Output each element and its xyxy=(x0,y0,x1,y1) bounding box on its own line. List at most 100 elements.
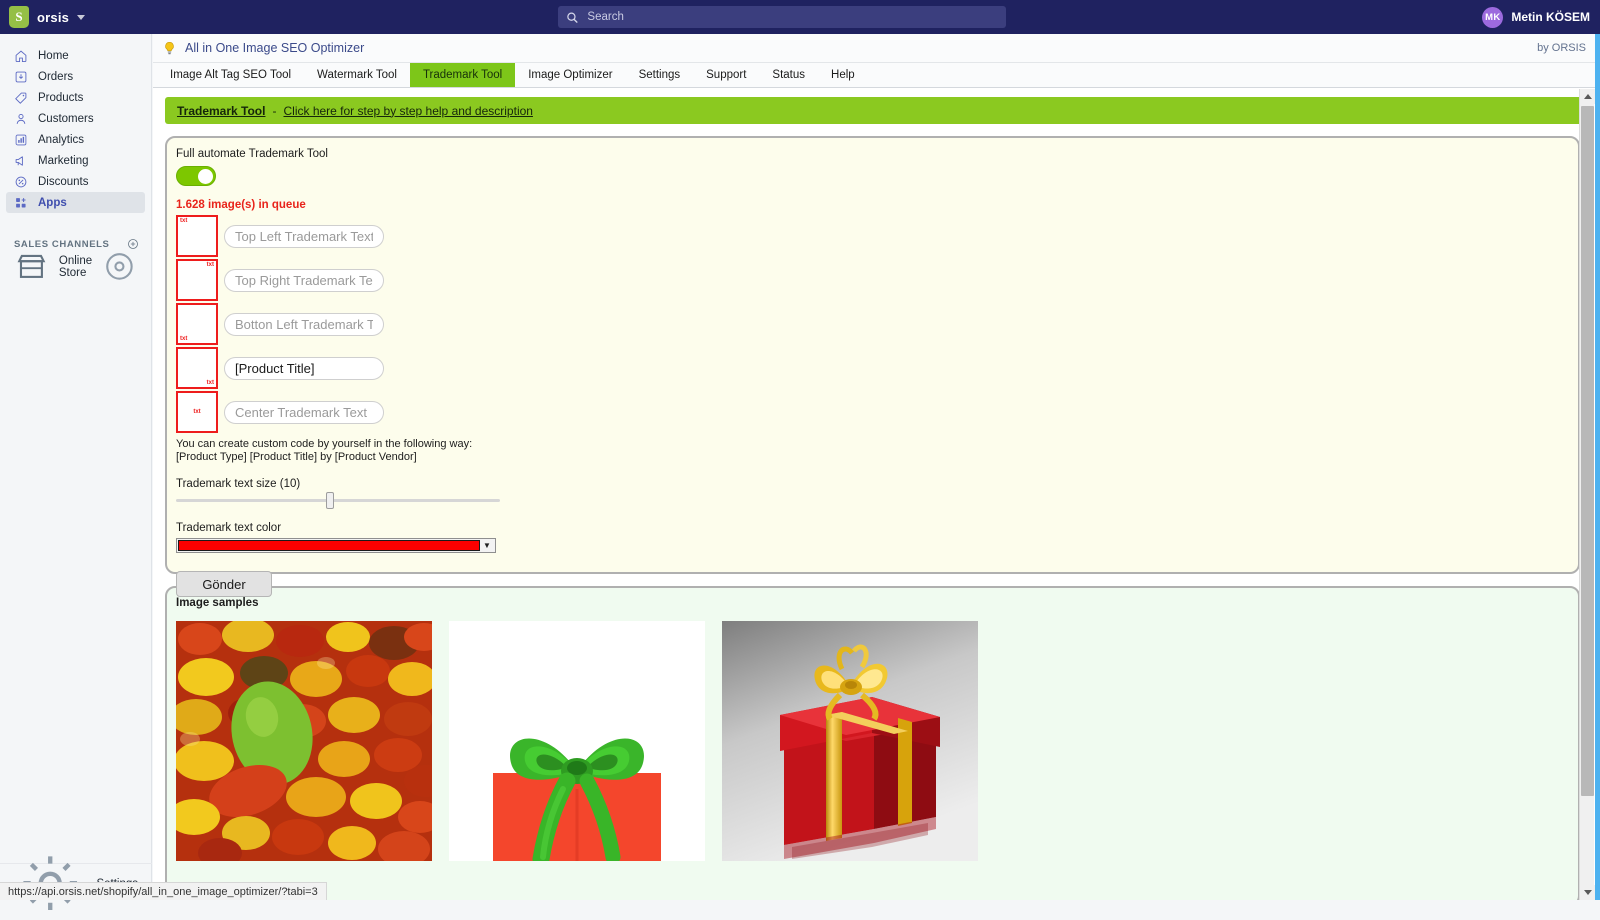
center-trademark-input[interactable] xyxy=(224,401,384,424)
position-marker-label: txt xyxy=(207,262,214,268)
full-automate-toggle[interactable] xyxy=(176,166,216,186)
tab-support[interactable]: Support xyxy=(693,63,759,87)
content-scrollbar[interactable] xyxy=(1579,89,1594,900)
chevron-down-icon[interactable] xyxy=(77,15,85,20)
banner-separator: - xyxy=(268,104,280,118)
eye-icon[interactable] xyxy=(102,249,137,284)
top-right-trademark-input[interactable] xyxy=(224,269,384,292)
avatar: MK xyxy=(1482,7,1503,28)
tab-help[interactable]: Help xyxy=(818,63,868,87)
text-size-slider[interactable] xyxy=(176,499,500,502)
sidebar-item-label: Apps xyxy=(38,197,67,209)
scroll-down-button[interactable] xyxy=(1580,885,1595,900)
analytics-bars-icon xyxy=(14,133,28,147)
status-bar-url: https://api.orsis.net/shopify/all_in_one… xyxy=(0,882,327,900)
vendor-credit: by ORSIS xyxy=(1537,42,1586,54)
sidebar-item-discounts[interactable]: Discounts xyxy=(6,171,145,192)
position-preview-bottom-left[interactable]: txt xyxy=(176,303,218,345)
position-preview-bottom-right[interactable]: txt xyxy=(176,347,218,389)
text-size-label: Trademark text size (10) xyxy=(176,478,1578,490)
slider-thumb[interactable] xyxy=(326,492,334,509)
sales-channels-title: SALES CHANNELS xyxy=(14,239,110,250)
top-left-trademark-input[interactable] xyxy=(224,225,384,248)
position-preview-top-left[interactable]: txt xyxy=(176,215,218,257)
top-bar: orsis MK Metin KÖSEM xyxy=(0,0,1600,34)
image-samples-row xyxy=(176,621,1578,861)
trademark-position-row-center: txt xyxy=(176,393,1578,431)
shop-name: orsis xyxy=(37,10,69,25)
customers-person-icon xyxy=(14,112,28,126)
gift-box-green-bow-illustration xyxy=(449,621,705,861)
search-input[interactable] xyxy=(585,7,998,27)
app-header: All in One Image SEO Optimizer by ORSIS xyxy=(153,34,1600,63)
chevron-down-icon[interactable]: ▼ xyxy=(480,540,494,551)
lightbulb-icon xyxy=(163,41,176,56)
banner-title-link[interactable]: Trademark Tool xyxy=(177,104,265,118)
tab-image-alt-tag-seo-tool[interactable]: Image Alt Tag SEO Tool xyxy=(157,63,304,87)
shopify-logo-icon xyxy=(9,6,29,28)
banner-help-link[interactable]: Click here for step by step help and des… xyxy=(283,104,532,118)
custom-code-hint-line2: [Product Type] [Product Title] by [Produ… xyxy=(176,451,1578,464)
trademark-banner: Trademark Tool - Click here for step by … xyxy=(165,97,1588,124)
sidebar-item-customers[interactable]: Customers xyxy=(6,108,145,129)
trademark-position-row-bottom-right: txt xyxy=(176,349,1578,387)
products-tag-icon xyxy=(14,91,28,105)
trademark-form-card: Full automate Trademark Tool 1.628 image… xyxy=(165,136,1580,574)
search-icon xyxy=(566,11,578,24)
scroll-up-button[interactable] xyxy=(1580,89,1595,104)
tab-watermark-tool[interactable]: Watermark Tool xyxy=(304,63,410,87)
apps-grid-icon xyxy=(14,196,28,210)
bottom-left-trademark-input[interactable] xyxy=(224,313,384,336)
global-search[interactable] xyxy=(558,6,1006,28)
automate-label: Full automate Trademark Tool xyxy=(176,148,1578,160)
tomatoes-illustration xyxy=(176,621,432,861)
app-tabs: Image Alt Tag SEO Tool Watermark Tool Tr… xyxy=(153,63,1600,88)
position-marker-label: txt xyxy=(180,336,187,342)
browser-edge-accent xyxy=(1595,34,1600,900)
sidebar-item-label: Marketing xyxy=(38,155,89,167)
trademark-position-row-bottom-left: txt xyxy=(176,305,1578,343)
position-preview-center[interactable]: txt xyxy=(176,391,218,433)
sidebar-item-label: Products xyxy=(38,92,83,104)
sidebar-item-products[interactable]: Products xyxy=(6,87,145,108)
marketing-megaphone-icon xyxy=(14,154,28,168)
discounts-percent-icon xyxy=(14,175,28,189)
position-marker-label: txt xyxy=(207,380,214,386)
tab-settings[interactable]: Settings xyxy=(626,63,694,87)
sidebar-item-apps[interactable]: Apps xyxy=(6,192,145,213)
content-area: Trademark Tool - Click here for step by … xyxy=(153,89,1600,900)
tab-status[interactable]: Status xyxy=(759,63,818,87)
sidebar-item-label: Home xyxy=(38,50,69,62)
app-title-wrap: All in One Image SEO Optimizer xyxy=(163,41,364,56)
sidebar-item-label: Online Store xyxy=(59,255,92,279)
sample-image-gift-green-bow xyxy=(449,621,705,861)
image-samples-title: Image samples xyxy=(176,597,1578,609)
tab-trademark-tool[interactable]: Trademark Tool xyxy=(410,63,515,87)
user-menu[interactable]: MK Metin KÖSEM xyxy=(1482,0,1590,34)
sidebar-item-home[interactable]: Home xyxy=(6,45,145,66)
text-color-select[interactable]: ▼ xyxy=(176,538,496,553)
sidebar-item-orders[interactable]: Orders xyxy=(6,66,145,87)
scrollbar-thumb[interactable] xyxy=(1581,106,1594,796)
app-frame: All in One Image SEO Optimizer by ORSIS … xyxy=(153,34,1600,900)
sidebar-item-label: Discounts xyxy=(38,176,89,188)
store-icon xyxy=(14,249,49,284)
sidebar-item-analytics[interactable]: Analytics xyxy=(6,129,145,150)
custom-code-hint-line1: You can create custom code by yourself i… xyxy=(176,438,1578,451)
trademark-position-row-top-left: txt xyxy=(176,217,1578,255)
tab-image-optimizer[interactable]: Image Optimizer xyxy=(515,63,625,87)
sidebar: Home Orders Products Customers Analytics xyxy=(0,34,152,900)
gift-box-gold-ribbon-illustration xyxy=(722,621,978,861)
home-icon xyxy=(14,49,28,63)
sidebar-item-label: Orders xyxy=(38,71,73,83)
image-samples-card: Image samples xyxy=(165,586,1580,900)
sidebar-item-online-store[interactable]: Online Store xyxy=(6,256,145,277)
shop-switcher[interactable]: orsis xyxy=(9,6,85,28)
bottom-right-trademark-input[interactable] xyxy=(224,357,384,380)
submit-button[interactable]: Gönder xyxy=(176,571,272,597)
page-title: All in One Image SEO Optimizer xyxy=(185,41,364,55)
sidebar-item-marketing[interactable]: Marketing xyxy=(6,150,145,171)
position-preview-top-right[interactable]: txt xyxy=(176,259,218,301)
sample-image-tomatoes xyxy=(176,621,432,861)
toggle-knob xyxy=(198,169,213,184)
